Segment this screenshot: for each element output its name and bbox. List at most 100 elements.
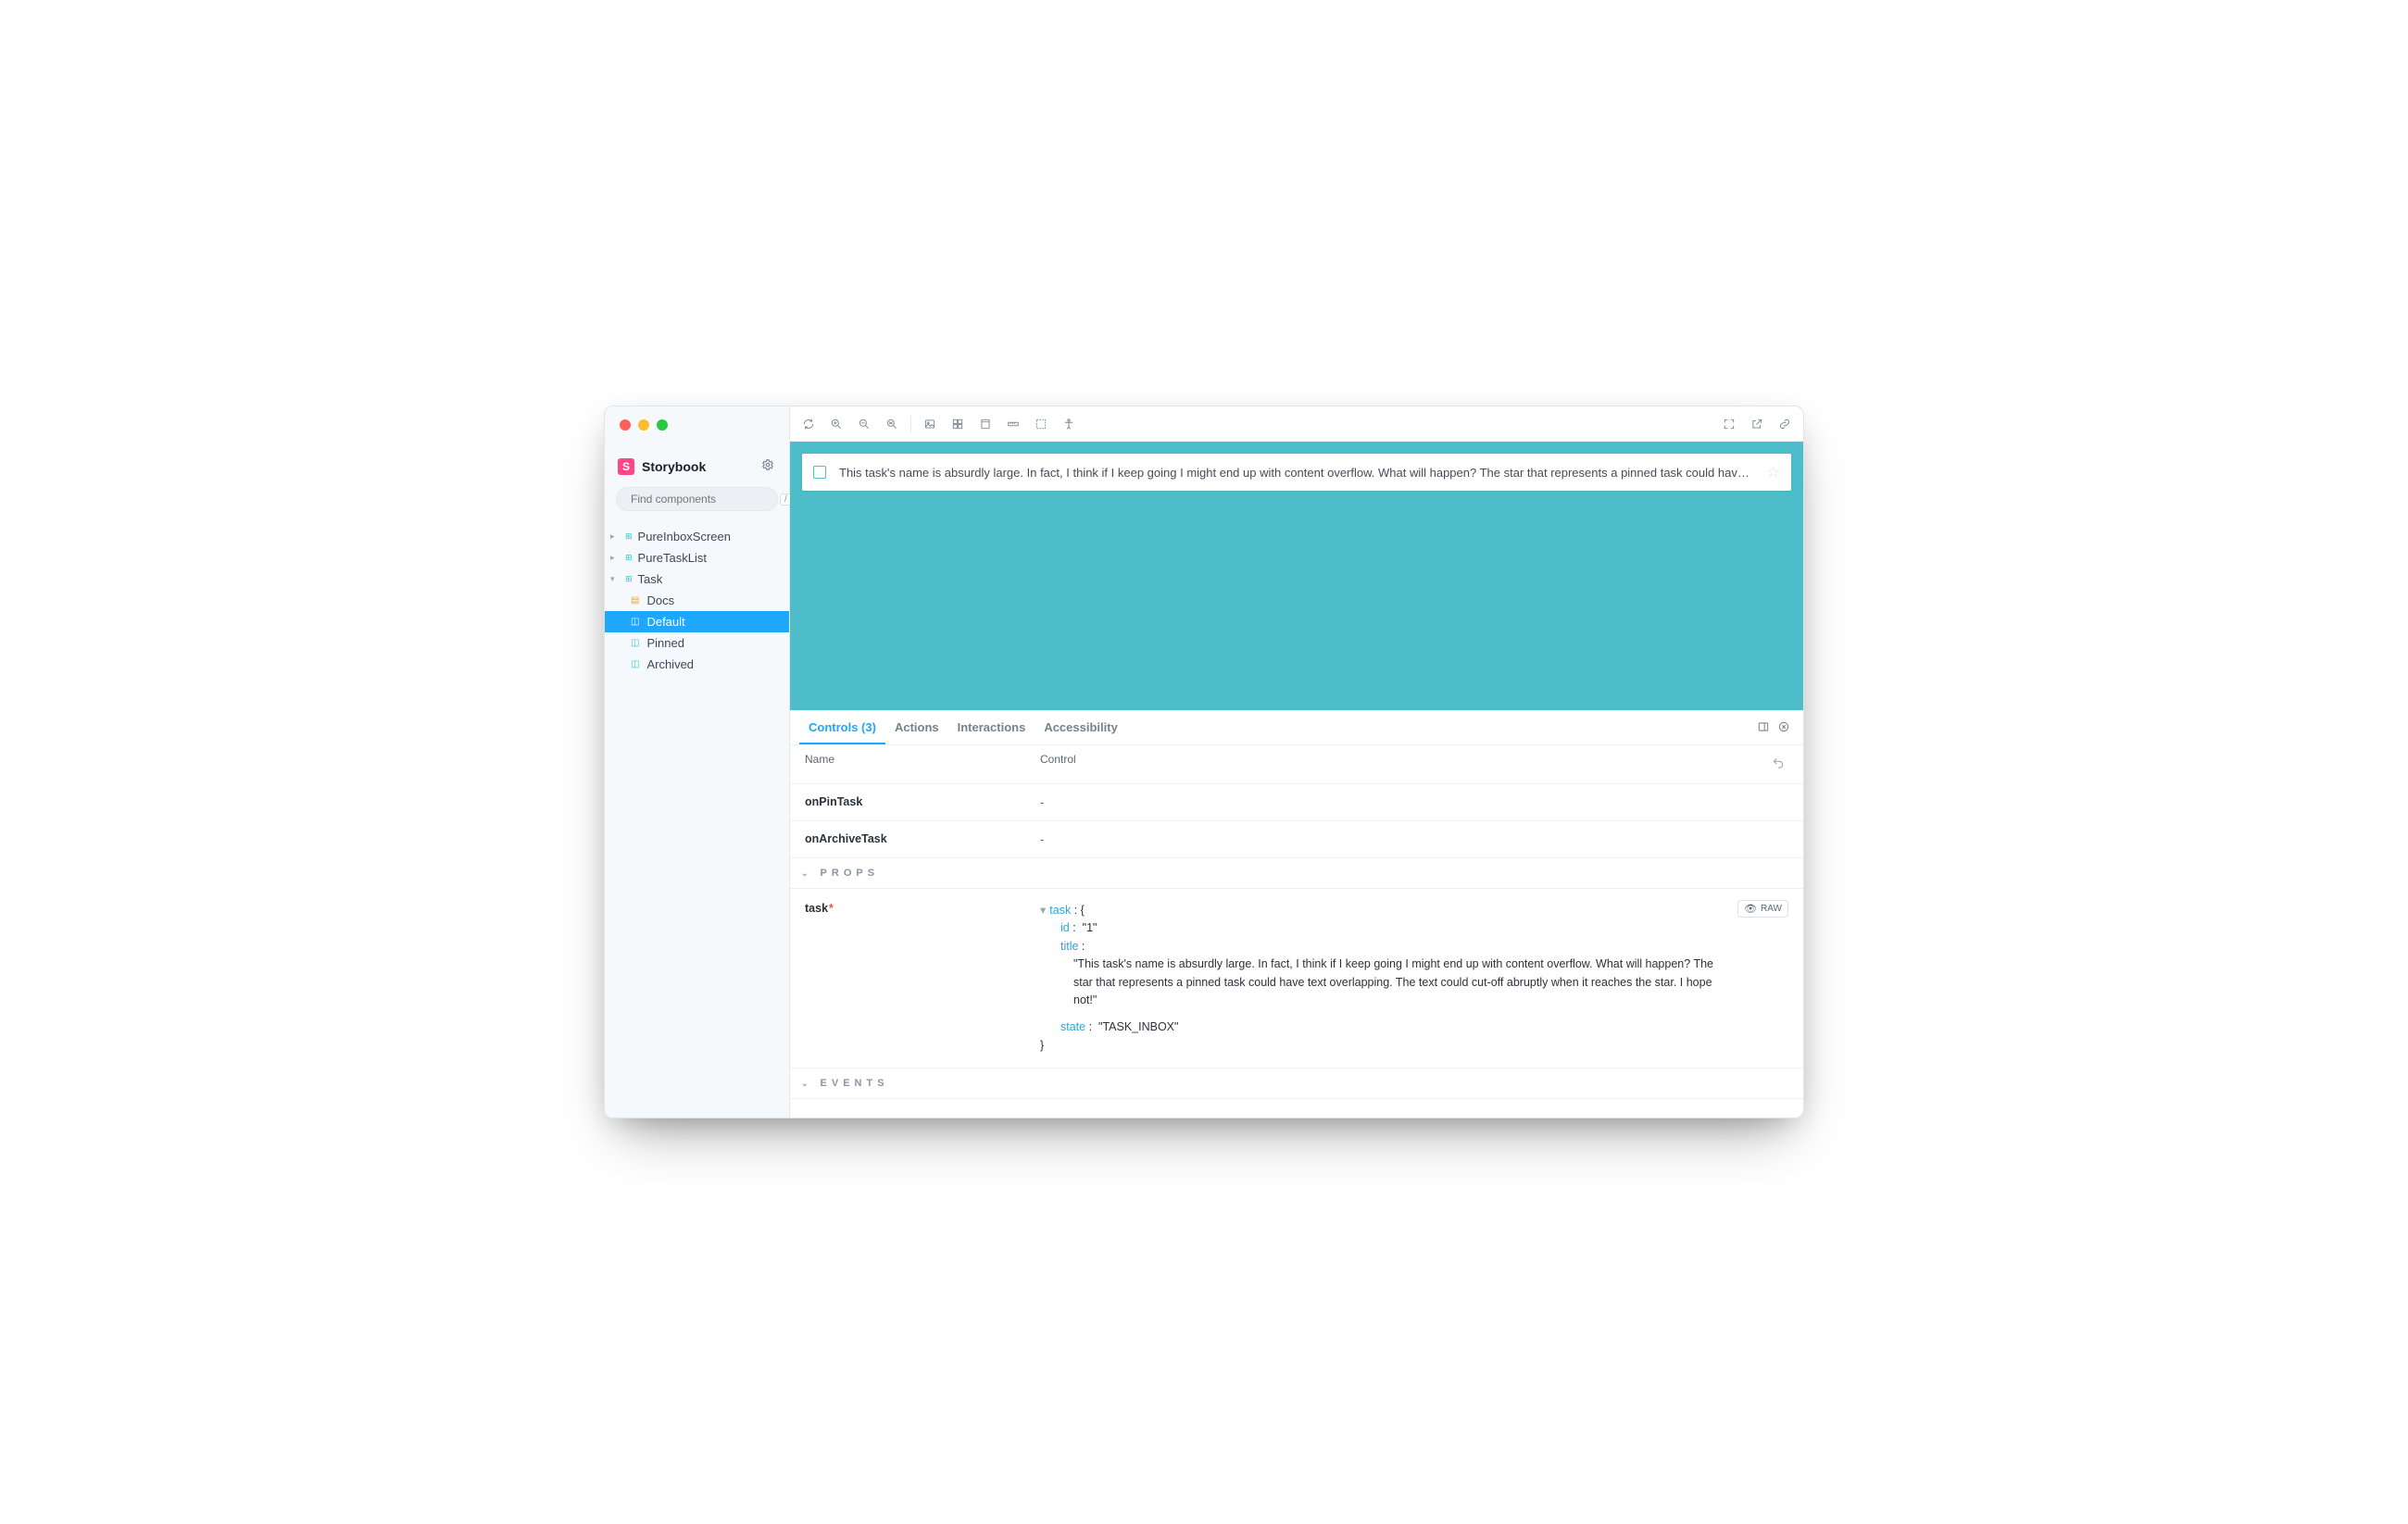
tab-controls[interactable]: Controls (3)	[799, 711, 885, 744]
brand-name: Storybook	[642, 459, 706, 474]
tree-story-label: Default	[646, 615, 684, 629]
controls-table: Name Control onPinTask - onArchiveTask -…	[790, 745, 1803, 1118]
tree-story-label: Docs	[646, 593, 674, 607]
background-button[interactable]	[921, 415, 939, 433]
gear-icon	[761, 458, 774, 471]
component-icon: ⊞	[625, 574, 633, 584]
app-window: S Storybook / ▸ ⊞ PureInboxScreen ▸ ⊞	[604, 406, 1804, 1118]
raw-label: RAW	[1761, 904, 1782, 914]
section-props-header[interactable]: ⌄ PROPS	[790, 858, 1803, 889]
settings-button[interactable]	[759, 456, 776, 476]
tree-item-puretasklist[interactable]: ▸ ⊞ PureTaskList	[605, 547, 789, 568]
outline-button[interactable]	[1032, 415, 1050, 433]
tree-story-docs[interactable]: ▤ Docs	[605, 590, 789, 611]
bookmark-icon: ◫	[631, 638, 639, 648]
preview-canvas: This task's name is absurdly large. In f…	[790, 442, 1803, 710]
search-input-container[interactable]: /	[616, 487, 778, 511]
expand-icon	[1723, 418, 1736, 431]
header-name: Name	[805, 753, 1040, 776]
bookmark-icon: ◫	[631, 617, 639, 627]
zoom-reset-button[interactable]	[883, 415, 901, 433]
zoom-in-icon	[830, 418, 843, 431]
tab-accessibility[interactable]: Accessibility	[1035, 711, 1127, 744]
component-tree: ▸ ⊞ PureInboxScreen ▸ ⊞ PureTaskList ▾ ⊞…	[605, 526, 789, 675]
section-events-header[interactable]: ⌄ EVENTS	[790, 1068, 1803, 1099]
section-label: PROPS	[821, 868, 880, 879]
header-control: Control	[1040, 753, 1768, 776]
search-input[interactable]	[631, 493, 774, 506]
close-window-button[interactable]	[620, 419, 631, 431]
tree-story-pinned[interactable]: ◫ Pinned	[605, 632, 789, 654]
grid-button[interactable]	[948, 415, 967, 433]
preview-toolbar	[790, 406, 1803, 442]
fullscreen-button[interactable]	[1720, 415, 1738, 433]
sync-icon	[802, 418, 815, 431]
tree-item-label: Task	[638, 572, 663, 586]
image-icon	[923, 418, 936, 431]
tree-item-pureinboxscreen[interactable]: ▸ ⊞ PureInboxScreen	[605, 526, 789, 547]
maximize-window-button[interactable]	[657, 419, 668, 431]
sidebar-header: S Storybook	[605, 443, 789, 487]
sidebar: S Storybook / ▸ ⊞ PureInboxScreen ▸ ⊞	[605, 406, 790, 1118]
accessibility-icon	[1062, 418, 1075, 431]
minimize-window-button[interactable]	[638, 419, 649, 431]
viewport-icon	[979, 418, 992, 431]
viewport-button[interactable]	[976, 415, 995, 433]
remount-button[interactable]	[799, 415, 818, 433]
tree-item-label: PureTaskList	[638, 551, 707, 565]
search-wrapper: /	[605, 487, 789, 520]
tree-story-default[interactable]: ◫ Default	[605, 611, 789, 632]
control-value: -	[1040, 795, 1788, 809]
control-name: onArchiveTask	[805, 832, 1040, 846]
bookmark-icon: ◫	[631, 659, 639, 669]
tree-item-label: PureInboxScreen	[638, 530, 731, 543]
zoom-out-button[interactable]	[855, 415, 873, 433]
toolbar-separator	[910, 416, 911, 432]
external-link-icon	[1750, 418, 1763, 431]
required-indicator: *	[829, 902, 834, 915]
open-in-new-button[interactable]	[1748, 415, 1766, 433]
tab-interactions[interactable]: Interactions	[948, 711, 1035, 744]
zoom-in-button[interactable]	[827, 415, 846, 433]
control-row-task: task* ▾task : { id : "1" title : "This t…	[790, 889, 1803, 1068]
tree-story-label: Archived	[646, 657, 694, 671]
panel-orientation-button[interactable]	[1753, 717, 1774, 740]
caret-down-icon: ▾	[610, 574, 620, 584]
chevron-down-icon: ⌄	[801, 868, 813, 879]
caret-right-icon: ▸	[610, 553, 620, 563]
task-title: This task's name is absurdly large. In f…	[839, 466, 1754, 480]
tree-story-label: Pinned	[646, 636, 684, 650]
control-row-onpintask: onPinTask -	[790, 784, 1803, 821]
brand[interactable]: S Storybook	[618, 458, 706, 475]
window-controls	[620, 419, 668, 431]
addon-tabs: Controls (3) Actions Interactions Access…	[790, 711, 1803, 745]
object-inspector[interactable]: ▾task : { id : "1" title : "This task's …	[1040, 902, 1788, 1055]
outline-icon	[1035, 418, 1047, 431]
component-icon: ⊞	[625, 531, 633, 542]
task-component: This task's name is absurdly large. In f…	[802, 454, 1791, 491]
tab-actions[interactable]: Actions	[885, 711, 948, 744]
control-name: onPinTask	[805, 795, 1040, 809]
tree-story-archived[interactable]: ◫ Archived	[605, 654, 789, 675]
zoom-reset-icon	[885, 418, 898, 431]
zoom-out-icon	[858, 418, 871, 431]
task-checkbox[interactable]	[813, 466, 826, 479]
undo-icon	[1772, 756, 1785, 769]
eye-icon: 👁	[1744, 903, 1757, 915]
star-icon[interactable]: ☆	[1767, 463, 1780, 481]
close-circle-icon	[1777, 720, 1790, 733]
reset-controls-button[interactable]	[1768, 753, 1788, 776]
caret-right-icon: ▸	[610, 531, 620, 542]
raw-toggle-button[interactable]: 👁 RAW	[1737, 900, 1788, 918]
copy-link-button[interactable]	[1775, 415, 1794, 433]
tree-item-task[interactable]: ▾ ⊞ Task	[605, 568, 789, 590]
title-value[interactable]: "This task's name is absurdly large. In …	[1073, 957, 1713, 1006]
collapse-toggle-icon[interactable]: ▾	[1040, 904, 1046, 917]
docs-icon: ▤	[631, 595, 639, 606]
close-panel-button[interactable]	[1774, 717, 1794, 740]
ruler-icon	[1007, 418, 1020, 431]
controls-header-row: Name Control	[790, 745, 1803, 784]
grid-icon	[951, 418, 964, 431]
measure-button[interactable]	[1004, 415, 1022, 433]
accessibility-vision-button[interactable]	[1060, 415, 1078, 433]
